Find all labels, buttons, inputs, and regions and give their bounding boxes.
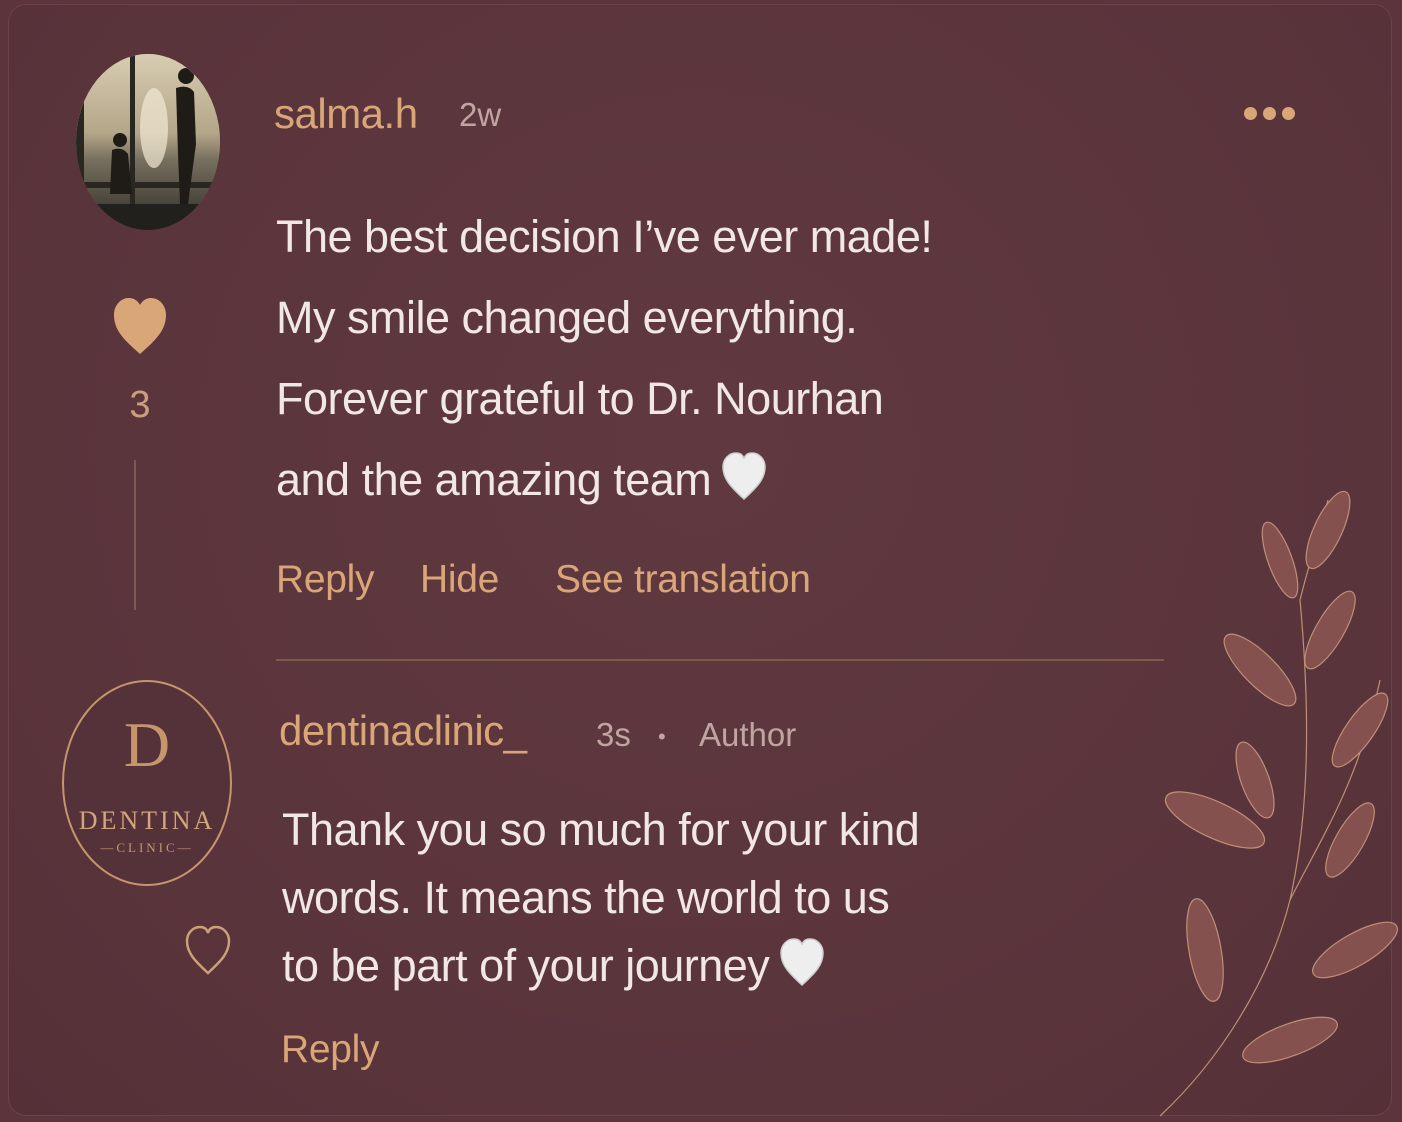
avatar-salma[interactable] — [76, 54, 220, 230]
reply-text: Thank you so much for your kind words. I… — [282, 796, 920, 1000]
logo-monogram: D — [123, 709, 171, 780]
logo-name: DENTINA — [78, 806, 216, 835]
thread-line — [134, 460, 136, 610]
comment-line: The best decision I’ve ever made! — [276, 211, 933, 262]
reply-reply-button[interactable]: Reply — [281, 1028, 380, 1072]
comment-line-last: and the amazing team — [276, 439, 932, 520]
more-dot — [1244, 106, 1257, 120]
reply-line: words. It means the world to us — [282, 872, 890, 923]
avatar-dentina-logo[interactable]: D DENTINA —CLINIC— — [62, 680, 232, 886]
comment-line: Forever grateful to Dr. Nourhan — [276, 373, 884, 424]
comment-line: My smile changed everything. — [276, 292, 858, 343]
reply-line-last: to be part of your journey — [282, 932, 919, 1000]
decorative-leaves — [1160, 490, 1398, 1117]
hide-button[interactable]: Hide — [420, 558, 499, 602]
comment-line-text: and the amazing team — [276, 454, 712, 505]
more-options-button[interactable] — [1244, 100, 1308, 126]
reply-button[interactable]: Reply — [276, 558, 375, 602]
reply-username[interactable]: dentinaclinic_ — [279, 707, 527, 755]
reply-line: Thank you so much for your kind — [282, 804, 920, 855]
comment-text: The best decision I’ve ever made! My smi… — [276, 196, 933, 520]
heart-filled-icon[interactable] — [112, 296, 168, 356]
meta-separator: • — [658, 724, 666, 749]
comment-time: 2w — [459, 96, 502, 133]
see-translation-button[interactable]: See translation — [555, 558, 811, 602]
avatar-photo — [76, 54, 220, 230]
reply-time: 3s — [596, 716, 631, 753]
comment-username[interactable]: salma.h — [274, 90, 418, 138]
white-heart-icon — [780, 938, 825, 987]
like-count: 3 — [129, 384, 151, 426]
heart-outline-icon[interactable] — [184, 924, 232, 976]
more-dot — [1282, 106, 1295, 120]
more-dot — [1263, 106, 1276, 120]
logo-sub: —CLINIC— — [100, 840, 194, 855]
reply-line-text: to be part of your journey — [282, 940, 770, 991]
white-heart-icon — [722, 452, 767, 501]
author-badge: Author — [699, 716, 797, 753]
divider — [276, 659, 1164, 661]
